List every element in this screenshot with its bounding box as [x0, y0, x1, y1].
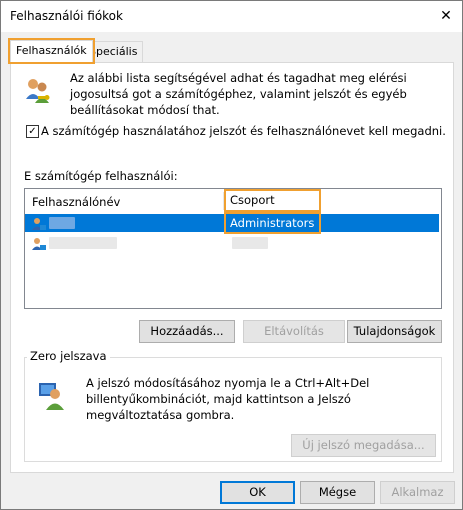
- add-user-button[interactable]: Hozzáadás...: [139, 320, 235, 343]
- password-help-text: A jelszó módosításához nyomja le a Ctrl+…: [86, 376, 370, 422]
- group-cell: Administrators: [224, 212, 321, 234]
- remove-user-button[interactable]: Eltávolítás: [243, 320, 345, 343]
- users-tab-panel: Az alábbi lista segítségével adhat és ta…: [10, 62, 454, 473]
- new-password-button[interactable]: Új jelszó megadása...: [291, 434, 436, 457]
- ok-button[interactable]: OK: [220, 481, 295, 504]
- require-password-checkbox[interactable]: ✓: [26, 125, 39, 138]
- tab-users[interactable]: Felhasználók: [8, 38, 95, 64]
- user-icon: [31, 216, 47, 232]
- window-title: Felhasználói fiókok: [10, 9, 123, 23]
- users-icon: [24, 77, 50, 103]
- cancel-button[interactable]: Mégse: [300, 481, 375, 504]
- column-divider[interactable]: [223, 192, 224, 210]
- table-row[interactable]: Administrators: [25, 212, 439, 234]
- user-accounts-window: Felhasználói fiókok ✕ Felhasználók Speci…: [0, 0, 463, 510]
- username-cell: [49, 217, 75, 229]
- password-groupbox: Zero jelszava A jelszó módosításához nyo…: [24, 349, 442, 462]
- close-icon[interactable]: ✕: [430, 1, 462, 32]
- users-list[interactable]: Felhasználónév Csoport Administrators: [24, 188, 442, 309]
- users-section-label: E számítógép felhasználói:: [24, 169, 178, 183]
- group-cell: [232, 237, 268, 249]
- title-bar: Felhasználói fiókok ✕: [1, 1, 462, 32]
- apply-button[interactable]: Alkalmaz: [380, 481, 455, 504]
- tab-users-label: Felhasználók: [16, 44, 87, 57]
- column-header-group[interactable]: Csoport: [224, 189, 321, 212]
- password-user-icon: [37, 380, 67, 410]
- table-row[interactable]: [25, 234, 439, 252]
- intro-text: Az alábbi lista segítségével adhat és ta…: [70, 71, 407, 117]
- password-group-title: Zero jelszava: [27, 349, 110, 363]
- user-icon: [31, 236, 47, 252]
- username-cell: [49, 237, 117, 249]
- column-header-username[interactable]: Felhasználónév: [32, 195, 120, 209]
- tab-advanced-label: Speciális: [89, 45, 138, 58]
- require-password-label: A számítógép használatához jelszót és fe…: [41, 124, 446, 138]
- properties-button[interactable]: Tulajdonságok: [347, 320, 442, 343]
